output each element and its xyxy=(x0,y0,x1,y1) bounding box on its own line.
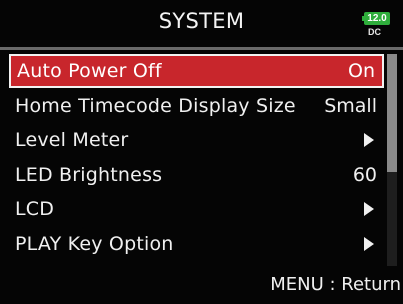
power-source-label: DC xyxy=(368,27,381,37)
menu-item-label: LCD xyxy=(15,198,55,220)
device-screen: SYSTEM 12.0 DC Auto Power Off On Home Ti… xyxy=(0,0,403,304)
menu-item-label: Auto Power Off xyxy=(17,60,162,82)
menu-scrollbar[interactable] xyxy=(387,54,397,266)
system-menu-list: Auto Power Off On Home Timecode Display … xyxy=(9,54,384,264)
page-title: SYSTEM xyxy=(158,9,245,33)
menu-item-label: Level Meter xyxy=(15,129,129,151)
menu-item-value: Small xyxy=(324,94,377,117)
menu-item-value: 60 xyxy=(352,163,377,186)
menu-item-play-key-option[interactable]: PLAY Key Option xyxy=(9,227,384,261)
menu-item-label: Home Timecode Display Size xyxy=(15,94,296,117)
scrollbar-thumb[interactable] xyxy=(387,54,397,172)
menu-item-auto-power-off[interactable]: Auto Power Off On xyxy=(9,54,384,88)
menu-item-level-meter[interactable]: Level Meter xyxy=(9,123,384,157)
menu-item-lcd[interactable]: LCD xyxy=(9,192,384,226)
menu-item-led-brightness[interactable]: LED Brightness 60 xyxy=(9,158,384,192)
menu-item-label: LED Brightness xyxy=(15,163,163,186)
battery-voltage: 12.0 xyxy=(367,13,387,24)
title-bar: SYSTEM 12.0 DC xyxy=(0,0,403,46)
chevron-right-icon xyxy=(364,202,374,216)
menu-item-home-timecode-display-size[interactable]: Home Timecode Display Size Small xyxy=(9,89,384,123)
header-divider xyxy=(0,47,403,50)
battery-body: 12.0 xyxy=(364,12,390,25)
return-hint: MENU : Return xyxy=(270,274,401,295)
menu-item-value: On xyxy=(348,60,375,82)
battery-icon: 12.0 DC xyxy=(362,12,394,40)
chevron-right-icon xyxy=(364,236,374,251)
chevron-right-icon xyxy=(364,133,374,147)
menu-item-label: PLAY Key Option xyxy=(15,232,174,255)
